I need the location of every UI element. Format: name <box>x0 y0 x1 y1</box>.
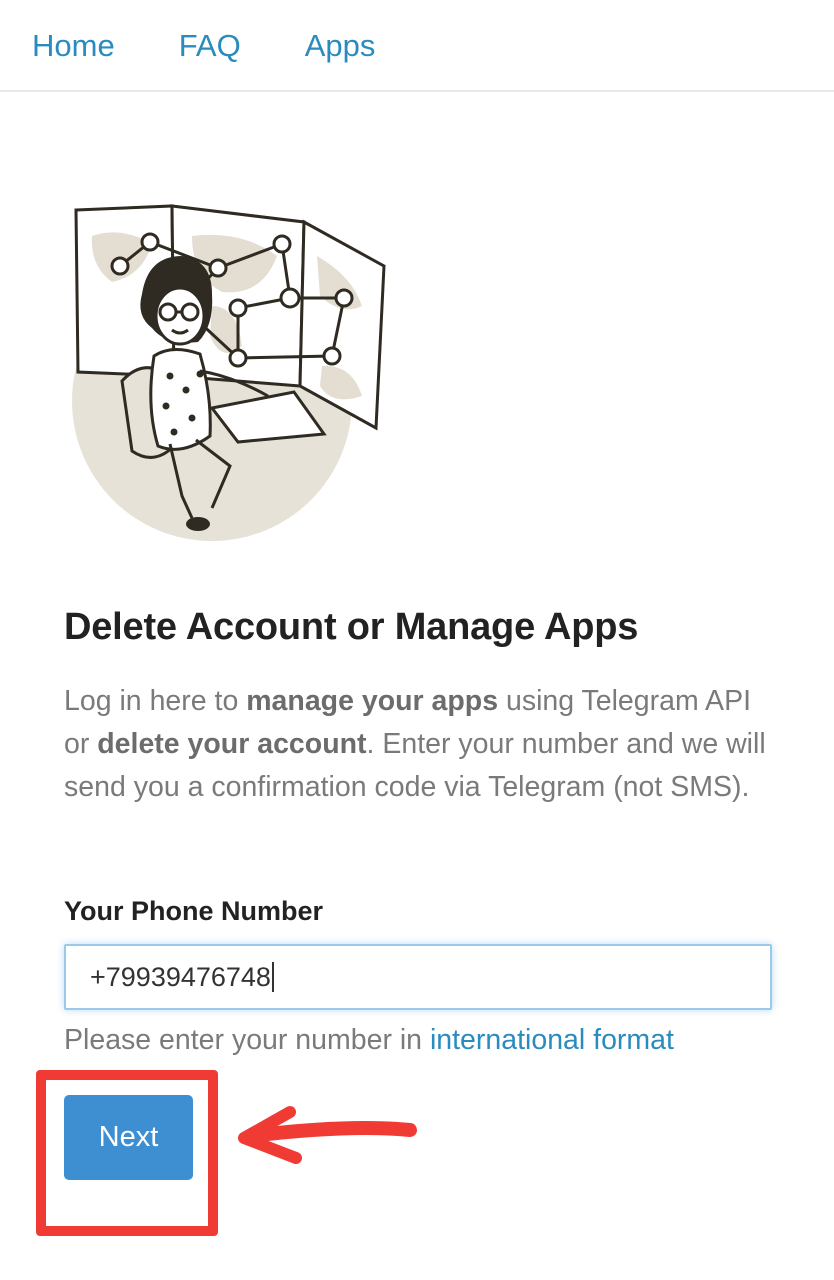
nav-apps-link[interactable]: Apps <box>305 30 376 61</box>
annotation-highlight-box <box>36 1070 218 1236</box>
hint-text: Please enter your number in <box>64 1024 430 1056</box>
annotation-arrow-icon <box>238 1106 417 1164</box>
telegram-illustration <box>72 204 386 541</box>
text-cursor <box>271 962 274 992</box>
page-title: Delete Account or Manage Apps <box>64 606 639 648</box>
desc-bold-delete-account: delete your account <box>97 728 367 760</box>
nav-faq-link[interactable]: FAQ <box>179 30 241 61</box>
dress <box>149 348 212 451</box>
page: Home FAQ Apps Delete Account or Manage A… <box>0 0 834 1280</box>
desc-bold-manage-apps: manage your apps <box>246 685 499 717</box>
phone-number-input[interactable]: +79939476748 <box>64 944 772 1010</box>
shoe <box>186 517 210 531</box>
phone-number-value: +79939476748 <box>90 961 271 992</box>
phone-number-label: Your Phone Number <box>64 896 324 926</box>
page-description: Log in here to manage your apps using Te… <box>64 680 784 809</box>
nav-home-link[interactable]: Home <box>32 30 115 61</box>
top-navigation: Home FAQ Apps <box>0 0 834 92</box>
phone-format-hint: Please enter your number in internationa… <box>64 1024 674 1057</box>
desc-text-1: Log in here to <box>64 685 247 717</box>
international-format-link[interactable]: international format <box>430 1024 674 1056</box>
